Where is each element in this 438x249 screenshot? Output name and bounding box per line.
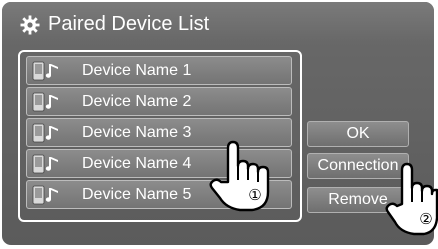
device-name-label: Device Name 5 — [82, 186, 192, 203]
phone-music-icon — [32, 92, 58, 112]
gear-icon — [20, 15, 40, 35]
phone-music-icon — [32, 123, 58, 143]
tap-hand-icon: ① — [209, 140, 270, 212]
device-name-label: Device Name 2 — [82, 93, 192, 110]
list-item-device-2[interactable]: Device Name 2 — [26, 87, 292, 116]
list-item-device-1[interactable]: Device Name 1 — [26, 56, 292, 85]
page-title: Paired Device List — [48, 13, 210, 35]
device-name-label: Device Name 1 — [82, 62, 192, 79]
tap-hand-icon: ② — [385, 162, 438, 236]
callout-step-1: ① — [248, 186, 261, 204]
phone-music-icon — [32, 61, 58, 81]
phone-music-icon — [32, 185, 58, 205]
device-name-label: Device Name 3 — [82, 124, 192, 141]
phone-music-icon — [32, 154, 58, 174]
callout-step-2: ② — [419, 210, 432, 228]
device-name-label: Device Name 4 — [82, 155, 192, 172]
ok-button[interactable]: OK — [307, 121, 409, 147]
title-bar: Paired Device List — [2, 2, 434, 42]
